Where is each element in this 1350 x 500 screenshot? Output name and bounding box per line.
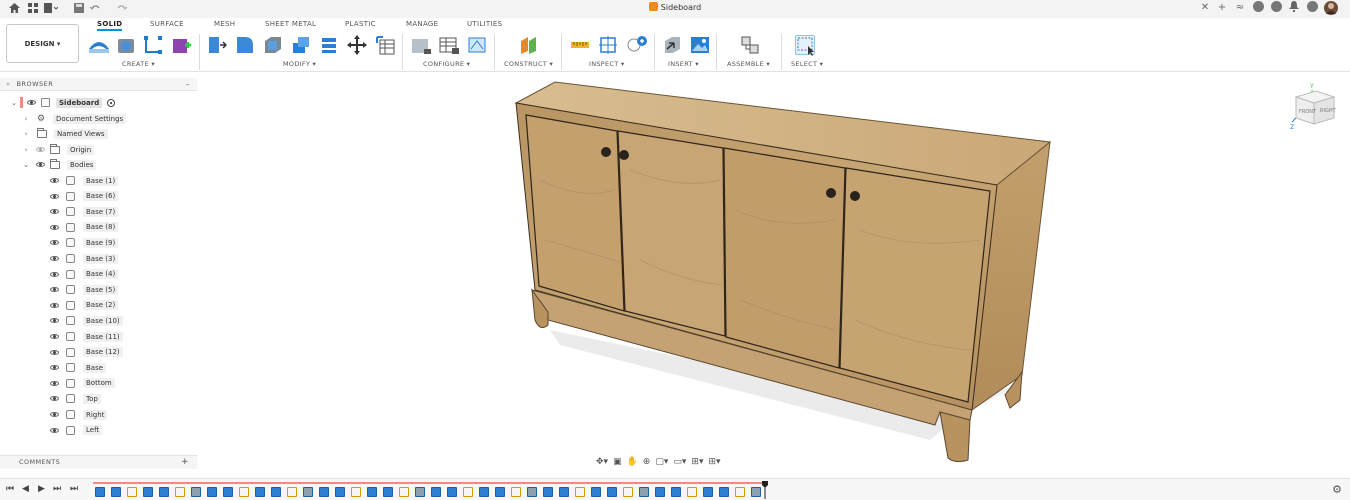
timeline-feature[interactable] xyxy=(367,487,377,497)
step-forward-icon[interactable]: ⏭ xyxy=(53,484,61,494)
timeline-feature[interactable] xyxy=(479,487,489,497)
timeline-feature[interactable] xyxy=(143,487,153,497)
timeline-feature[interactable] xyxy=(511,487,521,497)
play-icon[interactable]: ▶ xyxy=(38,484,45,494)
viewports-icon[interactable]: ⊞▾ xyxy=(708,457,720,467)
door-knob xyxy=(826,188,836,198)
look-at-icon[interactable]: ▣ xyxy=(613,457,622,467)
go-to-end-icon[interactable]: ⏭ xyxy=(70,484,78,494)
timeline-feature[interactable] xyxy=(287,487,297,497)
sideboard-model[interactable] xyxy=(0,0,1350,480)
timeline-feature[interactable] xyxy=(591,487,601,497)
timeline-feature[interactable] xyxy=(655,487,665,497)
viewcube-front-label[interactable]: FRONT xyxy=(1299,109,1317,115)
timeline-feature[interactable] xyxy=(719,487,729,497)
timeline-feature[interactable] xyxy=(207,487,217,497)
timeline-feature[interactable] xyxy=(639,487,649,497)
step-back-icon[interactable]: ◀ xyxy=(22,484,29,494)
pan-icon[interactable]: ✋ xyxy=(627,457,638,467)
timeline-feature[interactable] xyxy=(687,487,697,497)
go-to-start-icon[interactable]: ⏮ xyxy=(6,484,14,494)
timeline-feature[interactable] xyxy=(95,487,105,497)
door-1[interactable] xyxy=(525,114,625,312)
timeline-feature[interactable] xyxy=(351,487,361,497)
timeline-feature[interactable] xyxy=(575,487,585,497)
timeline-feature[interactable] xyxy=(495,487,505,497)
timeline-feature[interactable] xyxy=(111,487,121,497)
door-3[interactable] xyxy=(723,147,846,369)
timeline: ⏮ ◀ ▶ ⏭ ⏭ ⚙ xyxy=(0,478,1350,500)
navigation-bar: ✥▾ ▣ ✋ ⊕ ▢▾ ▭▾ ⊞▾ ⊞▾ xyxy=(596,455,721,469)
grid-settings-icon[interactable]: ⊞▾ xyxy=(691,457,703,467)
timeline-feature[interactable] xyxy=(159,487,169,497)
timeline-settings-gear-icon[interactable]: ⚙ xyxy=(1332,483,1342,496)
timeline-feature[interactable] xyxy=(703,487,713,497)
svg-text:Y: Y xyxy=(1309,83,1314,90)
timeline-feature[interactable] xyxy=(527,487,537,497)
timeline-feature[interactable] xyxy=(383,487,393,497)
timeline-feature[interactable] xyxy=(223,487,233,497)
timeline-feature[interactable] xyxy=(127,487,137,497)
timeline-feature[interactable] xyxy=(399,487,409,497)
timeline-feature[interactable] xyxy=(303,487,313,497)
fit-icon[interactable]: ▢▾ xyxy=(655,457,668,467)
fusion-app: Sideboard ✕ + ≈ DESIGN ▾ SOLID SURFACE M… xyxy=(0,0,1350,500)
timeline-feature[interactable] xyxy=(431,487,441,497)
timeline-feature[interactable] xyxy=(623,487,633,497)
svg-text:Z: Z xyxy=(1290,124,1294,131)
timeline-feature[interactable] xyxy=(239,487,249,497)
timeline-feature[interactable] xyxy=(335,487,345,497)
timeline-feature[interactable] xyxy=(735,487,745,497)
timeline-feature[interactable] xyxy=(671,487,681,497)
timeline-feature[interactable] xyxy=(319,487,329,497)
orbit-icon[interactable]: ✥▾ xyxy=(596,457,608,467)
timeline-feature[interactable] xyxy=(447,487,457,497)
timeline-feature[interactable] xyxy=(191,487,201,497)
door-knob xyxy=(619,150,629,160)
timeline-progress-line xyxy=(93,482,765,484)
door-knob xyxy=(850,191,860,201)
timeline-marker[interactable] xyxy=(762,481,768,499)
door-knob xyxy=(601,147,611,157)
timeline-feature[interactable] xyxy=(463,487,473,497)
timeline-feature[interactable] xyxy=(255,487,265,497)
timeline-feature[interactable] xyxy=(175,487,185,497)
timeline-feature[interactable] xyxy=(271,487,281,497)
timeline-feature[interactable] xyxy=(543,487,553,497)
viewcube[interactable]: Y FRONT RIGHT Z xyxy=(1290,80,1340,139)
timeline-feature[interactable] xyxy=(607,487,617,497)
front-right-leg xyxy=(939,411,971,463)
timeline-track[interactable] xyxy=(93,482,765,498)
zoom-icon[interactable]: ⊕ xyxy=(643,457,651,467)
timeline-feature[interactable] xyxy=(559,487,569,497)
timeline-feature[interactable] xyxy=(751,487,761,497)
timeline-feature[interactable] xyxy=(415,487,425,497)
viewcube-right-label[interactable]: RIGHT xyxy=(1320,108,1337,114)
door-2[interactable] xyxy=(617,130,726,337)
display-settings-icon[interactable]: ▭▾ xyxy=(673,457,686,467)
door-4[interactable] xyxy=(839,167,991,403)
